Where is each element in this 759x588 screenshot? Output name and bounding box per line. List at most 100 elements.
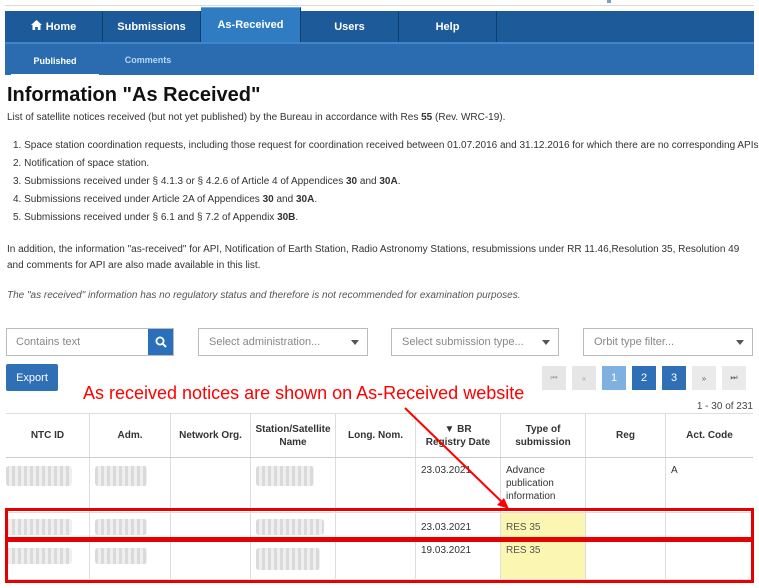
act-code — [666, 542, 753, 579]
list-item-text: 4. Submissions received under Article 2A… — [13, 194, 263, 205]
orbit-type-select[interactable]: Orbit type filter... — [583, 328, 753, 356]
top-indicator — [607, 0, 611, 3]
tab-users[interactable]: Users — [301, 11, 399, 42]
chevron-down-icon — [736, 340, 744, 345]
redacted-value — [256, 466, 314, 486]
col-reg[interactable]: Reg — [586, 414, 666, 457]
tab-home-label: Home — [45, 20, 77, 33]
tab-home[interactable]: Home — [5, 11, 103, 42]
col-ntc-id[interactable]: NTC ID — [6, 414, 90, 457]
redacted-value — [6, 519, 72, 535]
table-row[interactable]: 23.03.2021 RES 35 — [6, 513, 753, 542]
list-item-bold: 30A — [379, 176, 398, 187]
col-type-of-submission[interactable]: Type of submission — [501, 414, 586, 457]
subtab-comments[interactable]: Comments — [99, 44, 197, 75]
col-station-name[interactable]: Station/Satellite Name — [251, 414, 336, 457]
tab-help-label: Help — [435, 20, 460, 33]
search-box — [6, 328, 174, 356]
list-item-text: 3. Submissions received under § 4.1.3 or… — [13, 176, 346, 187]
reg-value — [586, 542, 666, 579]
search-button[interactable] — [148, 329, 173, 355]
act-code: A — [671, 465, 678, 476]
last-page-button[interactable]: ⏭ — [722, 366, 746, 390]
col-registry-date[interactable]: ▼ BR Registry Date — [416, 414, 501, 457]
search-input[interactable] — [7, 329, 148, 355]
top-divider — [5, 5, 754, 8]
search-icon — [155, 336, 167, 348]
table-row[interactable]: 19.03.2021 RES 35 — [6, 542, 753, 580]
results-range: 1 - 30 of 231 — [696, 401, 753, 412]
subtab-published[interactable]: Published — [11, 44, 99, 77]
registry-date: 19.03.2021 — [416, 542, 501, 579]
redacted-value — [95, 466, 147, 486]
submission-type-select-value: Select submission type... — [402, 336, 524, 348]
registry-date: 23.03.2021 — [416, 513, 501, 541]
list-item: 5. Submissions received under § 6.1 and … — [13, 211, 759, 229]
list-item: 3. Submissions received under § 4.1.3 or… — [13, 175, 759, 193]
col-network-org[interactable]: Network Org. — [171, 414, 251, 457]
list-item-bold: 30B — [277, 212, 296, 223]
tab-as-received[interactable]: As-Received — [201, 7, 301, 42]
intro-text: List of satellite notices received (but … — [7, 112, 505, 123]
table-row[interactable]: 23.03.2021 Advance publication informati… — [6, 458, 753, 513]
notices-table: NTC ID Adm. Network Org. Station/Satelli… — [6, 413, 753, 580]
pagination: ⏮ « 1 2 3 » ⏭ — [536, 366, 746, 390]
redacted-value — [95, 548, 147, 564]
next-page-button[interactable]: » — [692, 366, 716, 390]
additional-info: In addition, the information "as-receive… — [7, 244, 740, 271]
chevron-down-icon — [351, 340, 359, 345]
prev-page-button[interactable]: « — [572, 366, 596, 390]
tab-help[interactable]: Help — [399, 11, 497, 42]
list-item-text: and — [273, 194, 296, 205]
page-button-2[interactable]: 2 — [632, 366, 656, 390]
tab-users-label: Users — [334, 20, 365, 33]
page-button-3[interactable]: 3 — [662, 366, 686, 390]
tab-submissions[interactable]: Submissions — [103, 11, 201, 42]
redacted-value — [95, 519, 147, 535]
list-item-text: 5. Submissions received under § 6.1 and … — [13, 212, 278, 223]
submission-type: Advance publication information — [501, 458, 586, 512]
list-item-text: and — [357, 176, 380, 187]
criteria-list: 1. Space station coordination requests, … — [13, 139, 759, 229]
tab-as-received-label: As-Received — [217, 19, 284, 31]
list-item-bold: 30A — [295, 194, 315, 205]
export-button[interactable]: Export — [6, 364, 58, 391]
administration-select[interactable]: Select administration... — [198, 328, 368, 356]
orbit-type-select-value: Orbit type filter... — [594, 336, 675, 348]
reg-value — [586, 513, 666, 541]
administration-select-value: Select administration... — [209, 336, 321, 348]
list-item: 2. Notification of space station. — [13, 158, 150, 169]
tab-submissions-label: Submissions — [117, 20, 186, 33]
list-item-bold: 30 — [262, 194, 274, 205]
page-button-1[interactable]: 1 — [602, 366, 626, 390]
redacted-value — [256, 548, 320, 570]
list-item-text: . — [295, 212, 299, 223]
registry-date: 23.03.2021 — [416, 458, 501, 512]
home-icon — [30, 20, 42, 33]
act-code — [666, 513, 753, 541]
redacted-value — [6, 548, 72, 564]
page-title: Information "As Received" — [7, 84, 261, 106]
submission-type: RES 35 — [501, 513, 586, 541]
sub-nav: Published Comments — [5, 42, 754, 77]
col-long-nom[interactable]: Long. Nom. — [336, 414, 416, 457]
disclaimer: The "as received" information has no reg… — [7, 290, 521, 301]
redacted-value — [6, 466, 72, 486]
chevron-down-icon — [542, 340, 550, 345]
col-adm[interactable]: Adm. — [90, 414, 171, 457]
intro-res-number: 55 — [421, 112, 433, 123]
annotation-text: As received notices are shown on As-Rece… — [83, 383, 525, 404]
list-item: 4. Submissions received under Article 2A… — [13, 193, 759, 211]
redacted-value — [256, 519, 324, 535]
list-item: 1. Space station coordination requests, … — [13, 140, 759, 151]
submission-type-select[interactable]: Select submission type... — [391, 328, 559, 356]
main-nav: Home Submissions As-Received Users Help — [5, 7, 754, 42]
list-item-text: . — [314, 194, 318, 205]
col-act-code[interactable]: Act. Code — [666, 414, 753, 457]
intro-before: List of satellite notices received (but … — [7, 112, 422, 123]
first-page-button[interactable]: ⏮ — [542, 366, 566, 390]
intro-after: (Rev. WRC-19). — [432, 112, 506, 123]
reg-value — [586, 458, 666, 512]
table-header: NTC ID Adm. Network Org. Station/Satelli… — [6, 413, 753, 458]
submission-type: RES 35 — [501, 542, 586, 579]
